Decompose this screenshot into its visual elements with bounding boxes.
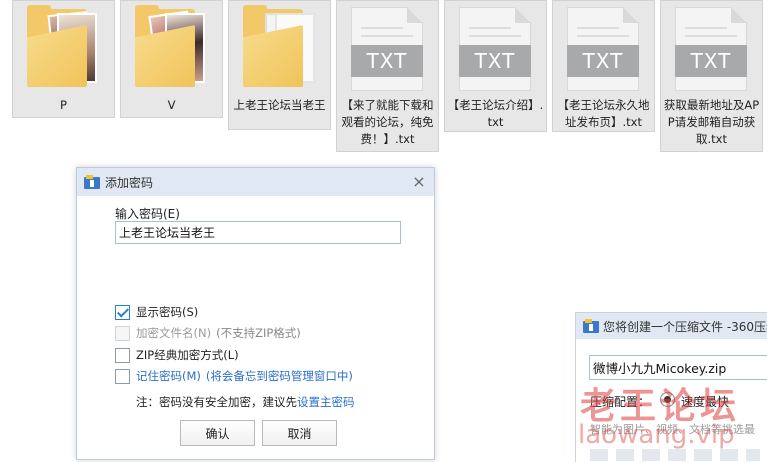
password-label: 输入密码(E) — [115, 207, 180, 221]
txt-badge: TXT — [351, 45, 423, 77]
close-icon[interactable]: × — [410, 173, 428, 191]
remember-password-note: (将会备忘到密码管理窗口中) — [205, 369, 353, 383]
file-name: V — [167, 98, 176, 112]
archive-app-icon — [583, 319, 599, 333]
remember-password-option[interactable]: 记住密码(M) (将会备忘到密码管理窗口中) — [115, 367, 353, 385]
zip-classic-option[interactable]: ZIP经典加密方式(L) — [115, 346, 239, 364]
dialog-title: 添加密码 — [105, 176, 154, 190]
txt-badge: TXT — [567, 45, 639, 77]
txt-file-icon: TXT — [445, 1, 546, 93]
txt-badge: TXT — [459, 45, 531, 77]
show-password-label: 显示密码(S) — [136, 305, 199, 319]
archive-app-icon — [84, 175, 100, 189]
txt-file-icon: TXT — [661, 1, 762, 93]
file-name: 【来了就能下载和观看的论坛，纯免费！】.txt — [341, 98, 434, 146]
create-archive-titlebar: 您将创建一个压缩文件 -360压缩 — [576, 313, 767, 339]
txt-file-tile[interactable]: TXT 【来了就能下载和观看的论坛，纯免费！】.txt — [336, 0, 439, 152]
cancel-button[interactable]: 取消 — [262, 420, 337, 446]
remember-password-checkbox[interactable] — [115, 368, 130, 384]
file-name: 上老王论坛当老王 — [233, 98, 326, 112]
file-name: P — [60, 98, 67, 112]
encrypt-filenames-checkbox — [115, 325, 130, 341]
file-name: 【老王论坛永久地址发布页】.txt — [557, 98, 650, 129]
security-tip-text: 注：密码没有安全加密，建议先 — [136, 395, 297, 409]
txt-file-icon: TXT — [553, 1, 654, 93]
folder-tile-main[interactable]: 上老王论坛当老王 — [228, 0, 331, 130]
file-name: 【老王论坛介绍】.txt — [447, 98, 544, 129]
txt-file-tile[interactable]: TXT 【老王论坛永久地址发布页】.txt — [552, 0, 655, 132]
folder-icon — [229, 1, 330, 93]
remember-password-label: 记住密码(M) — [136, 369, 201, 383]
txt-badge: TXT — [675, 45, 747, 77]
txt-file-tile[interactable]: TXT 【老王论坛介绍】.txt — [444, 0, 547, 132]
set-master-password-link[interactable]: 设置主密码 — [297, 395, 355, 409]
dialog-titlebar: 添加密码 × — [77, 168, 434, 196]
encrypt-filenames-label: 加密文件名(N) — [136, 326, 212, 340]
watermark-en: laowang.vip — [578, 420, 735, 450]
file-grid: P V 上老王论坛当老王 TXT 【来了就能下载和观看的论坛，纯免费！】.txt — [10, 0, 767, 160]
ok-button[interactable]: 确认 — [180, 420, 255, 446]
folder-icon — [13, 1, 114, 93]
txt-file-icon: TXT — [337, 1, 438, 93]
file-name: 获取最新地址及APP请发邮箱自动获取.txt — [663, 98, 760, 146]
folder-tile-p[interactable]: P — [12, 0, 115, 118]
folder-icon — [121, 1, 222, 93]
create-archive-title: 您将创建一个压缩文件 -360压缩 — [603, 320, 767, 334]
folder-tile-v[interactable]: V — [120, 0, 223, 118]
security-tip: 注：密码没有安全加密，建议先设置主密码 — [136, 394, 355, 410]
option-row — [590, 449, 760, 461]
encrypt-filenames-note: (不支持ZIP格式) — [216, 326, 301, 340]
password-input[interactable] — [115, 221, 401, 244]
encrypt-filenames-option: 加密文件名(N) (不支持ZIP格式) — [115, 324, 301, 342]
add-password-dialog: 添加密码 × 输入密码(E) 显示密码(S) 加密文件名(N) (不支持ZIP格… — [76, 167, 435, 460]
zip-classic-checkbox[interactable] — [115, 347, 130, 363]
show-password-checkbox[interactable] — [115, 304, 130, 320]
txt-file-tile[interactable]: TXT 获取最新地址及APP请发邮箱自动获取.txt — [660, 0, 763, 152]
zip-classic-label: ZIP经典加密方式(L) — [136, 348, 239, 362]
show-password-option[interactable]: 显示密码(S) — [115, 303, 198, 321]
